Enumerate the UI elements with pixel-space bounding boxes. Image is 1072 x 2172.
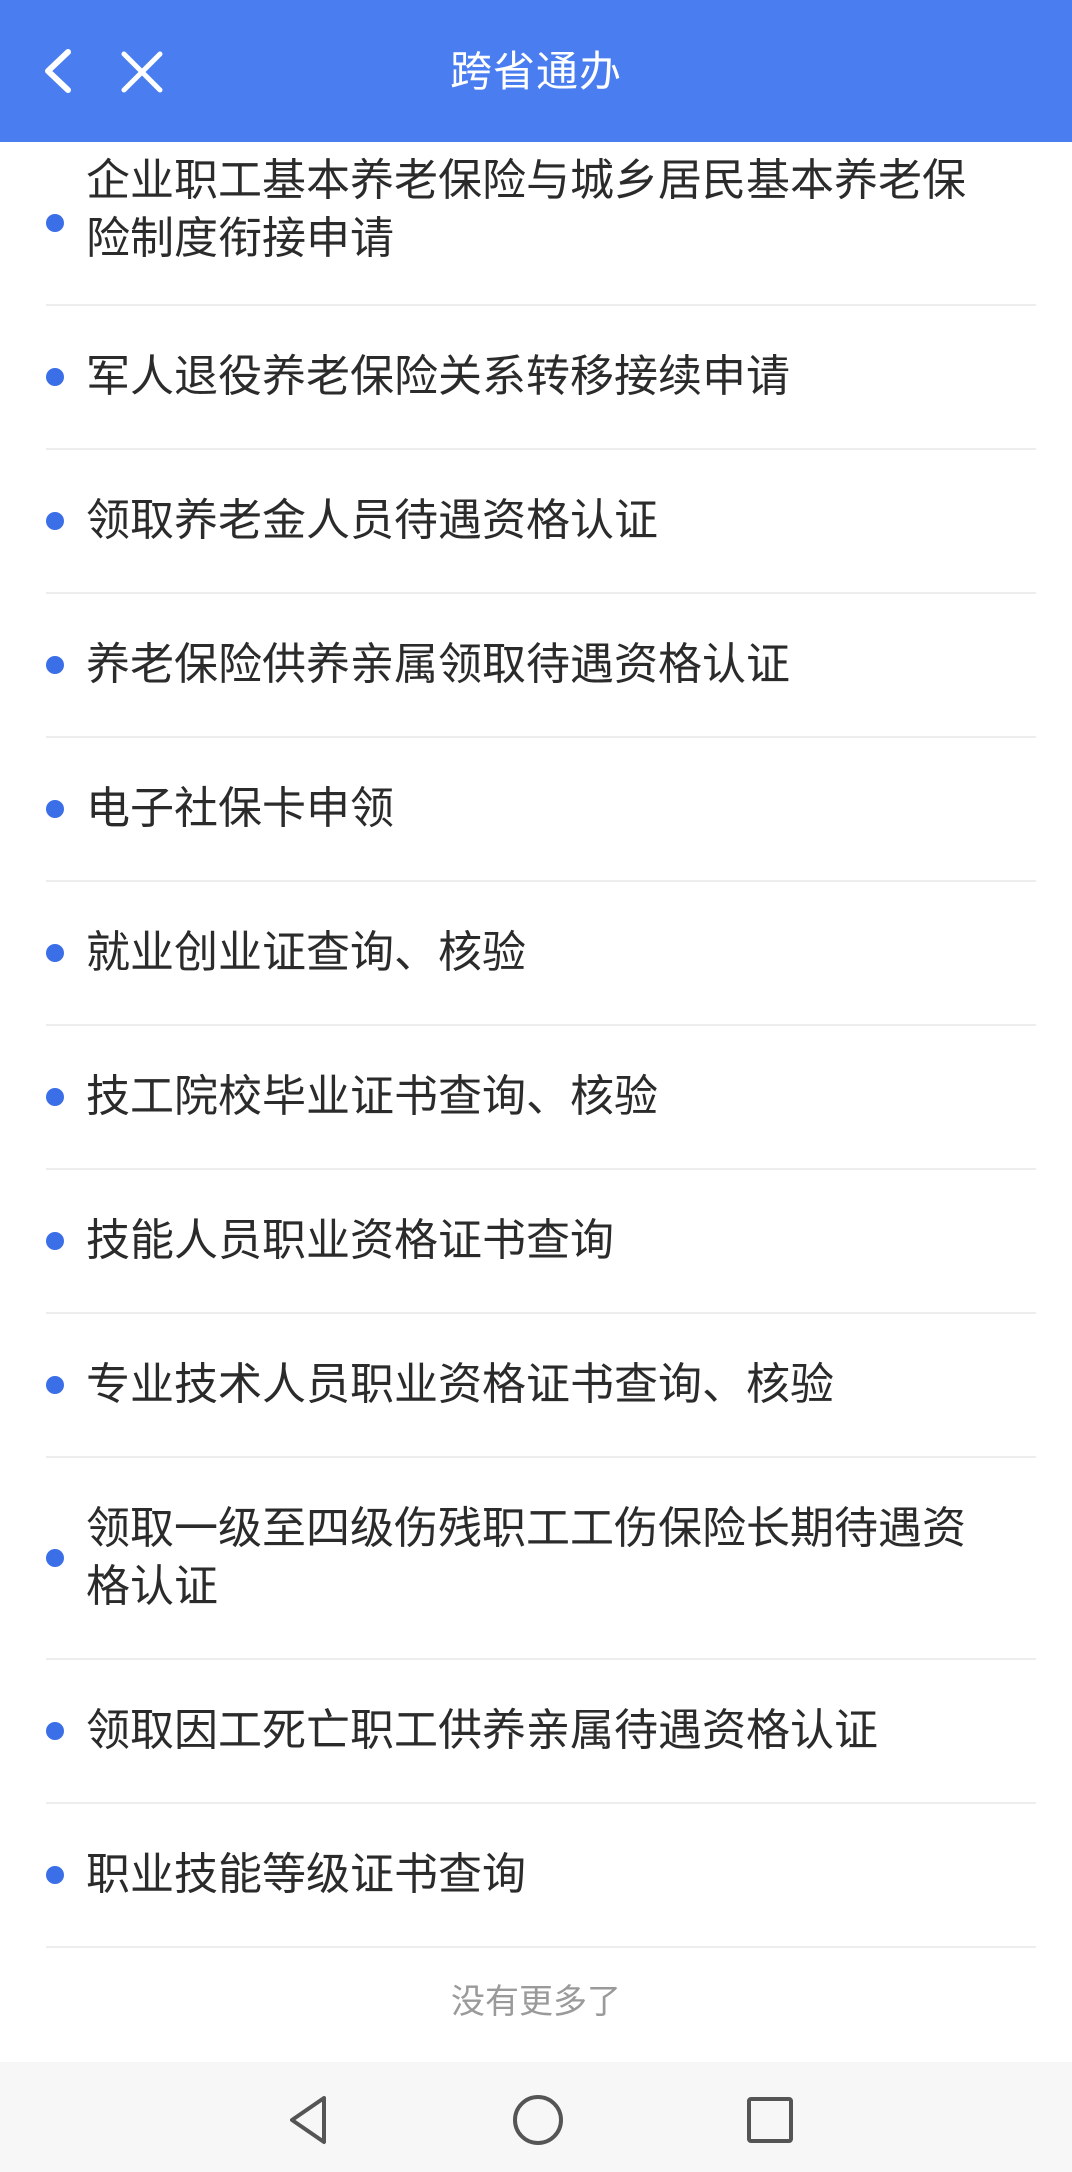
list-item-label: 电子社保卡申领	[86, 783, 394, 834]
list-item[interactable]: 技能人员职业资格证书查询	[46, 1170, 1036, 1314]
bullet-icon	[46, 1549, 64, 1567]
bullet-icon	[46, 512, 64, 530]
bullet-icon	[46, 1232, 64, 1250]
bullet-icon	[46, 1088, 64, 1106]
bullet-icon	[46, 944, 64, 962]
list-item[interactable]: 军人退役养老保险关系转移接续申请	[46, 306, 1036, 450]
service-list: 企业职工基本养老保险与城乡居民基本养老保险制度衔接申请 军人退役养老保险关系转移…	[0, 142, 1072, 1948]
list-item-label: 领取因工死亡职工供养亲属待遇资格认证	[86, 1705, 878, 1756]
list-item[interactable]: 领取一级至四级伤残职工工伤保险长期待遇资格认证	[46, 1458, 1036, 1660]
bullet-icon	[46, 368, 64, 386]
list-item-label: 技工院校毕业证书查询、核验	[86, 1071, 658, 1122]
bullet-icon	[46, 1376, 64, 1394]
bullet-icon	[46, 1722, 64, 1740]
list-item[interactable]: 领取养老金人员待遇资格认证	[46, 450, 1036, 594]
list-item-label: 技能人员职业资格证书查询	[86, 1215, 614, 1266]
bullet-icon	[46, 214, 64, 232]
system-nav-bar	[0, 2062, 1072, 2172]
page-title: 跨省通办	[449, 47, 622, 96]
list-item[interactable]: 就业创业证查询、核验	[46, 882, 1036, 1026]
triangle-back-icon	[290, 2096, 326, 2144]
list-item[interactable]: 专业技术人员职业资格证书查询、核验	[46, 1314, 1036, 1458]
list-item-label: 职业技能等级证书查询	[86, 1849, 526, 1900]
bullet-icon	[46, 656, 64, 674]
list-item[interactable]: 企业职工基本养老保险与城乡居民基本养老保险制度衔接申请	[46, 142, 1036, 306]
app-header: 跨省通办	[0, 0, 1072, 142]
list-item-label: 专业技术人员职业资格证书查询、核验	[86, 1359, 834, 1410]
bullet-icon	[46, 800, 64, 818]
circle-home-icon	[513, 2095, 563, 2145]
bullet-icon	[46, 1866, 64, 1884]
list-item[interactable]: 养老保险供养亲属领取待遇资格认证	[46, 594, 1036, 738]
list-item-label: 就业创业证查询、核验	[86, 927, 526, 978]
list-item-label: 养老保险供养亲属领取待遇资格认证	[86, 639, 790, 690]
list-item[interactable]: 职业技能等级证书查询	[46, 1804, 1036, 1948]
list-item[interactable]: 技工院校毕业证书查询、核验	[46, 1026, 1036, 1170]
list-item[interactable]: 电子社保卡申领	[46, 738, 1036, 882]
end-of-list-text: 没有更多了	[451, 1982, 621, 2022]
list-item-label: 领取养老金人员待遇资格认证	[86, 495, 658, 546]
square-recent-icon	[747, 2097, 793, 2143]
list-item-label: 企业职工基本养老保险与城乡居民基本养老保险制度衔接申请	[86, 155, 966, 264]
list-item-label: 领取一级至四级伤残职工工伤保险长期待遇资格认证	[86, 1503, 966, 1612]
list-item[interactable]: 领取因工死亡职工供养亲属待遇资格认证	[46, 1660, 1036, 1804]
system-recent-button[interactable]	[740, 2090, 800, 2150]
system-back-button[interactable]	[280, 2090, 340, 2150]
system-home-button[interactable]	[508, 2090, 568, 2150]
list-item-label: 军人退役养老保险关系转移接续申请	[86, 351, 790, 402]
